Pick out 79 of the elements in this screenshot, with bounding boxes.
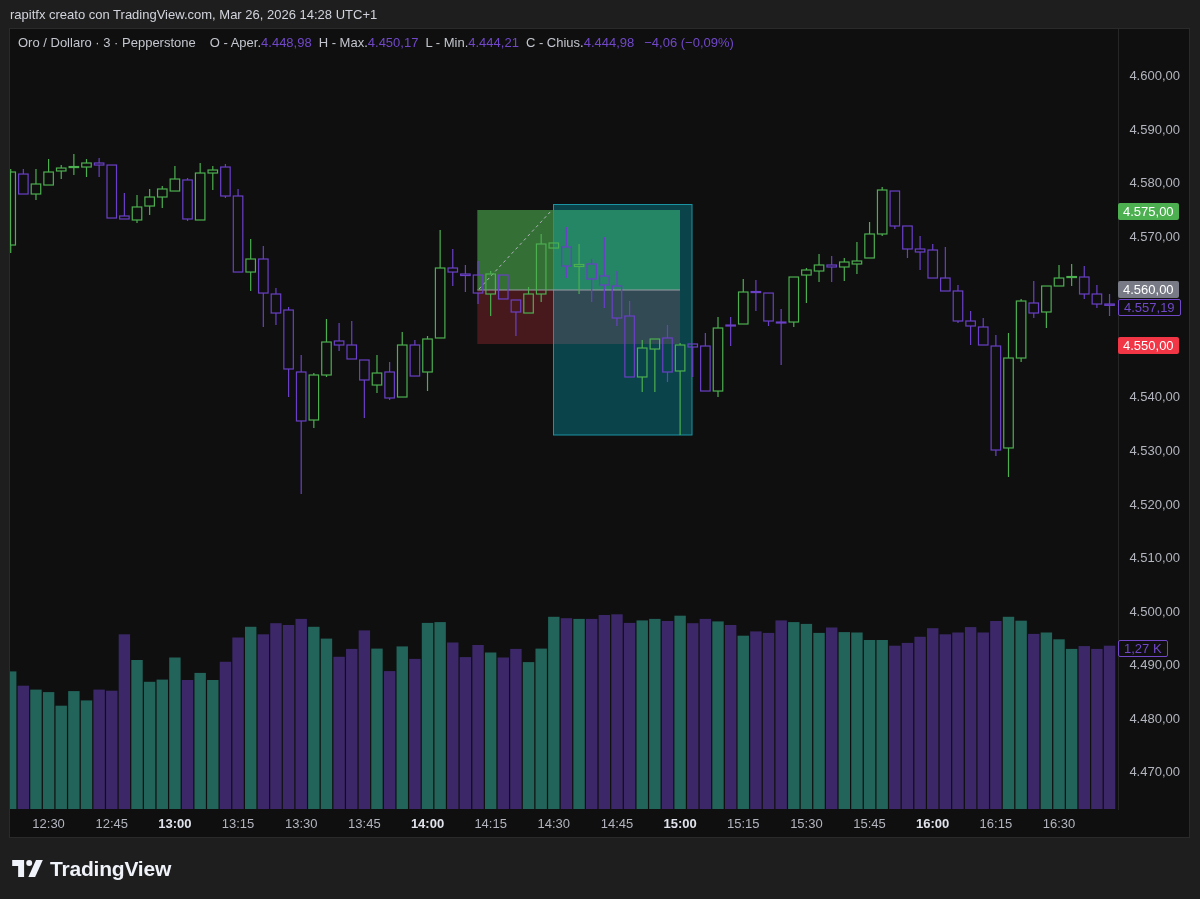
ohlc-value: 4.444,21 xyxy=(468,35,519,51)
time-tick-label: 14:30 xyxy=(537,816,571,832)
price-badge: 4.560,00 xyxy=(1118,280,1179,298)
time-tick-label: 16:15 xyxy=(979,816,1013,832)
time-tick-label: 16:00 xyxy=(916,816,950,832)
time-tick-label: 13:00 xyxy=(158,816,192,832)
price-tick-label: 4.580,00 xyxy=(1129,175,1180,192)
time-tick-label: 13:45 xyxy=(348,816,381,832)
candlestick xyxy=(940,246,951,292)
ohlc-value: 4.450,17 xyxy=(367,35,419,51)
time-tick-label: 12:30 xyxy=(32,816,65,832)
candlestick xyxy=(270,287,282,326)
time-tick-label: 14:45 xyxy=(600,816,634,832)
candlestick xyxy=(573,243,585,295)
ohlc-value: 4.444,98 xyxy=(583,35,635,51)
price-tick-label: 4.490,00 xyxy=(1129,657,1180,674)
candlestick xyxy=(131,194,143,224)
candlestick xyxy=(750,279,762,312)
time-tick-label: 15:45 xyxy=(853,816,886,832)
time-tick-label: 14:15 xyxy=(474,816,507,832)
ohlc-label: O - Aper. xyxy=(209,35,262,51)
candlestick xyxy=(359,359,370,419)
price-badge: 4.575,00 xyxy=(1118,202,1179,220)
candlestick xyxy=(851,241,863,275)
candlestick xyxy=(1053,264,1065,287)
candlestick xyxy=(434,229,446,339)
price-tick-label: 4.480,00 xyxy=(1129,710,1180,727)
chart-caption: rapitfx creato con TradingView.com, Mar 26, 2026 14:28 UTC+1 xyxy=(10,6,378,22)
candlestick xyxy=(674,342,686,436)
candlestick xyxy=(409,339,421,377)
price-tick-label: 4.520,00 xyxy=(1129,496,1180,513)
candlestick xyxy=(687,343,699,378)
candlestick xyxy=(598,236,610,309)
candlestick xyxy=(1015,298,1027,363)
time-tick-label: 13:15 xyxy=(221,816,255,832)
ohlc-value: 4.448,98 xyxy=(261,35,312,51)
ohlc-label: C - Chius. xyxy=(525,35,584,51)
ohlc-label: L - Min. xyxy=(425,35,469,51)
price-tick-label: 4.600,00 xyxy=(1129,68,1180,84)
time-tick-label: 15:00 xyxy=(663,816,697,832)
time-tick-label: 15:15 xyxy=(727,816,760,832)
candlestick xyxy=(169,165,181,192)
time-tick-label: 14:00 xyxy=(410,816,445,832)
logo-icon xyxy=(12,860,43,877)
candlestick xyxy=(30,168,42,201)
brand-name: TradingView xyxy=(50,856,172,881)
candlestick xyxy=(611,270,623,327)
ohlc-label: H - Max. xyxy=(318,35,368,51)
symbol-title: Oro / Dollaro · 3 · Pepperstone xyxy=(18,35,196,51)
time-tick-label: 16:30 xyxy=(1042,816,1076,832)
candlestick xyxy=(371,354,383,394)
price-tick-label: 4.500,00 xyxy=(1129,603,1180,620)
candlestick xyxy=(232,188,244,273)
price-tick-label: 4.570,00 xyxy=(1129,228,1180,245)
candlestick xyxy=(497,274,509,300)
price-badge: 1,27 K xyxy=(1118,640,1168,657)
price-tick-label: 4.540,00 xyxy=(1129,389,1180,406)
candlestick xyxy=(952,284,964,324)
candlestick xyxy=(1003,332,1014,478)
candlestick xyxy=(472,260,484,305)
candlestick xyxy=(333,322,345,352)
candlestick xyxy=(119,192,130,220)
candlestick xyxy=(914,235,926,271)
price-tick-label: 4.470,00 xyxy=(1129,764,1180,781)
candlestick xyxy=(346,320,358,360)
candlestick xyxy=(813,253,825,283)
candlestick xyxy=(712,316,724,398)
price-tick-label: 4.510,00 xyxy=(1129,550,1180,567)
price-tick-label: 4.590,00 xyxy=(1129,121,1180,138)
time-tick-label: 15:30 xyxy=(790,816,823,832)
candlestick xyxy=(245,238,257,292)
candlestick xyxy=(510,299,522,337)
price-badge: 4.557,19 xyxy=(1118,299,1181,316)
price-badge: 4.550,00 xyxy=(1118,336,1179,354)
price-change: −4,06 (−0,09%) xyxy=(644,35,734,51)
time-tick-label: 12:45 xyxy=(95,816,128,832)
candlestick xyxy=(1091,284,1103,309)
price-tick-label: 4.530,00 xyxy=(1129,443,1180,459)
time-tick-label: 13:30 xyxy=(284,816,318,832)
